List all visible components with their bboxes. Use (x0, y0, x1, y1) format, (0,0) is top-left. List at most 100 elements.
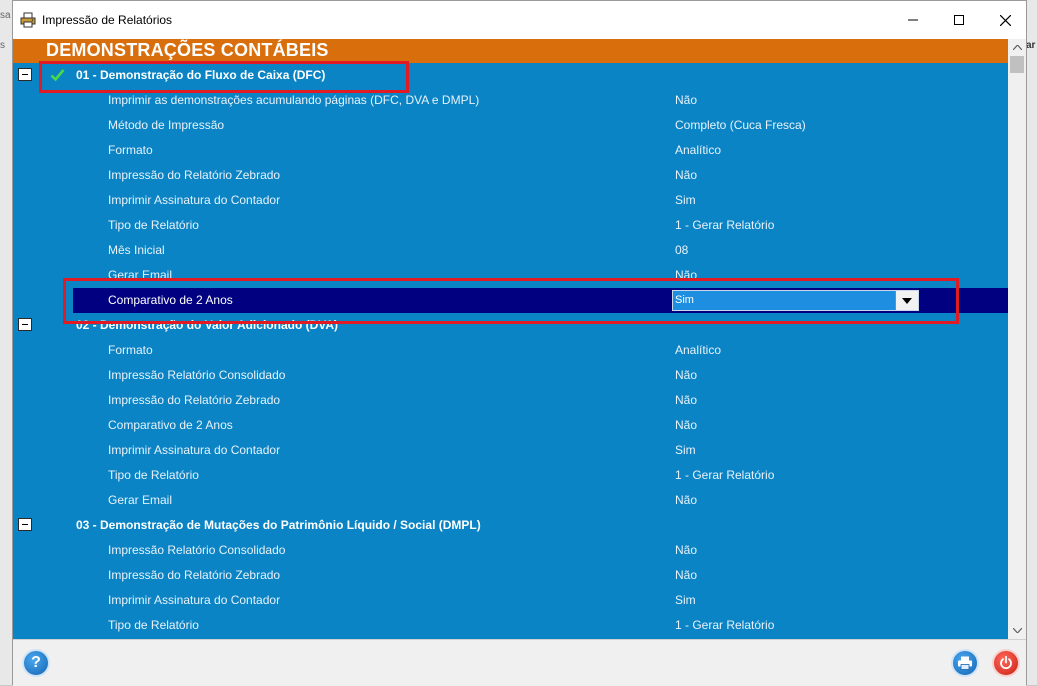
option-value[interactable]: Analítico (675, 343, 721, 357)
option-row[interactable]: Gerar Email Não (13, 488, 1008, 513)
option-row[interactable]: Tipo de Relatório 1 - Gerar Relatório (13, 463, 1008, 488)
option-label: Tipo de Relatório (108, 218, 199, 232)
category-title: DEMONSTRAÇÕES CONTÁBEIS (46, 40, 329, 60)
option-row[interactable]: Formato Analítico (13, 338, 1008, 363)
dropdown-button[interactable] (895, 291, 918, 310)
option-value[interactable]: 08 (675, 243, 688, 257)
option-value[interactable]: Sim (675, 193, 696, 207)
report-print-window: Impressão de Relatórios DEMONSTRAÇÕES CO… (12, 0, 1027, 686)
option-row[interactable]: Impressão Relatório Consolidado Não (13, 538, 1008, 563)
scroll-up-button[interactable] (1008, 39, 1026, 56)
option-value[interactable]: Não (675, 268, 697, 282)
option-label: Mês Inicial (108, 243, 165, 257)
option-value[interactable]: Sim (675, 443, 696, 457)
dropdown-value: Sim (675, 294, 694, 306)
section-title: 03 - Demonstração de Mutações do Patrimô… (76, 518, 481, 532)
option-row[interactable]: Impressão do Relatório Zebrado Não (13, 163, 1008, 188)
option-value[interactable]: Não (675, 493, 697, 507)
option-row[interactable]: Imprimir as demonstrações acumulando pág… (13, 88, 1008, 113)
background-text: ar (1026, 40, 1036, 51)
section-title: 01 - Demonstração do Fluxo de Caixa (DFC… (76, 68, 326, 82)
section-dmpl[interactable]: 03 - Demonstração de Mutações do Patrimô… (13, 513, 1008, 538)
chevron-down-icon (902, 297, 912, 304)
option-row[interactable]: Impressão do Relatório Zebrado Não (13, 563, 1008, 588)
minimize-button[interactable] (890, 1, 936, 39)
option-label: Imprimir Assinatura do Contador (108, 193, 281, 207)
option-value[interactable]: Não (675, 568, 697, 582)
title-bar[interactable]: Impressão de Relatórios (13, 1, 1026, 39)
option-value[interactable]: Não (675, 368, 697, 382)
option-value[interactable]: Não (675, 93, 697, 107)
close-button[interactable] (982, 1, 1028, 39)
background-window-left: sa s (0, 0, 12, 685)
option-label: Comparativo de 2 Anos (108, 418, 233, 432)
printer-app-icon (20, 12, 36, 28)
vertical-scrollbar[interactable] (1008, 39, 1026, 639)
option-label: Impressão do Relatório Zebrado (108, 168, 281, 182)
option-row[interactable]: Imprimir Assinatura do Contador Sim (13, 188, 1008, 213)
option-label: Impressão do Relatório Zebrado (108, 568, 281, 582)
help-button[interactable]: ? (22, 649, 50, 677)
check-icon (50, 69, 65, 82)
option-row[interactable]: Mês Inicial 08 (13, 238, 1008, 263)
option-row[interactable]: Método de Impressão Completo (Cuca Fresc… (13, 113, 1008, 138)
option-label: Comparativo de 2 Anos (108, 293, 233, 307)
category-header: DEMONSTRAÇÕES CONTÁBEIS (13, 39, 1008, 63)
option-row[interactable]: Imprimir Assinatura do Contador Sim (13, 438, 1008, 463)
section-dfc[interactable]: 01 - Demonstração do Fluxo de Caixa (DFC… (13, 63, 1008, 88)
comparativo-dropdown[interactable]: Sim (672, 290, 919, 311)
option-label: Impressão Relatório Consolidado (108, 543, 286, 557)
collapse-toggle[interactable] (18, 68, 32, 81)
option-row[interactable]: Formato Analítico (13, 138, 1008, 163)
option-row[interactable]: Tipo de Relatório 1 - Gerar Relatório (13, 613, 1008, 638)
option-value[interactable]: Sim (675, 593, 696, 607)
power-icon (1000, 656, 1012, 670)
option-label: Método de Impressão (108, 118, 225, 132)
option-value[interactable]: 1 - Gerar Relatório (675, 618, 774, 632)
option-row[interactable]: Impressão Relatório Consolidado Não (13, 363, 1008, 388)
maximize-icon (954, 15, 964, 25)
scroll-thumb[interactable] (1010, 56, 1024, 73)
option-value[interactable]: Completo (Cuca Fresca) (675, 118, 806, 132)
background-text: s (0, 40, 5, 51)
option-row[interactable]: Imprimir Assinatura do Contador Sim (13, 588, 1008, 613)
option-label: Tipo de Relatório (108, 618, 199, 632)
option-row[interactable]: Comparativo de 2 Anos Não (13, 413, 1008, 438)
minimize-icon (908, 19, 918, 21)
option-label: Formato (108, 143, 153, 157)
exit-button[interactable] (992, 649, 1020, 677)
maximize-button[interactable] (936, 1, 982, 39)
option-row-selected[interactable]: Comparativo de 2 Anos Sim (73, 288, 1008, 313)
option-row[interactable]: Impressão do Relatório Zebrado Não (13, 388, 1008, 413)
printer-icon (958, 656, 972, 670)
option-row[interactable]: Tipo de Relatório 1 - Gerar Relatório (13, 213, 1008, 238)
option-label: Tipo de Relatório (108, 468, 199, 482)
option-value[interactable]: 1 - Gerar Relatório (675, 468, 774, 482)
section-title: 02 - Demonstração do Valor Adicionado (D… (76, 318, 339, 332)
option-value[interactable]: Não (675, 543, 697, 557)
option-label: Impressão Relatório Consolidado (108, 368, 286, 382)
option-label: Imprimir Assinatura do Contador (108, 443, 281, 457)
option-value[interactable]: Não (675, 418, 697, 432)
report-options-grid: DEMONSTRAÇÕES CONTÁBEIS 01 - Demonstraçã… (13, 39, 1008, 639)
window-title: Impressão de Relatórios (42, 13, 173, 27)
background-text: sa (0, 10, 11, 21)
option-value[interactable]: Analítico (675, 143, 721, 157)
collapse-toggle[interactable] (18, 318, 32, 331)
option-label: Gerar Email (108, 268, 173, 282)
close-icon (999, 14, 1011, 26)
help-icon: ? (31, 654, 41, 671)
option-label: Impressão do Relatório Zebrado (108, 393, 281, 407)
scroll-down-button[interactable] (1008, 622, 1026, 639)
option-label: Imprimir Assinatura do Contador (108, 593, 281, 607)
footer-bar: ? (13, 639, 1026, 686)
section-dva[interactable]: 02 - Demonstração do Valor Adicionado (D… (13, 313, 1008, 338)
chevron-down-icon (1012, 628, 1022, 633)
option-value[interactable]: 1 - Gerar Relatório (675, 218, 774, 232)
option-value[interactable]: Não (675, 393, 697, 407)
option-value[interactable]: Não (675, 168, 697, 182)
option-label: Formato (108, 343, 153, 357)
option-row[interactable]: Gerar Email Não (13, 263, 1008, 288)
print-button[interactable] (951, 649, 979, 677)
collapse-toggle[interactable] (18, 518, 32, 531)
